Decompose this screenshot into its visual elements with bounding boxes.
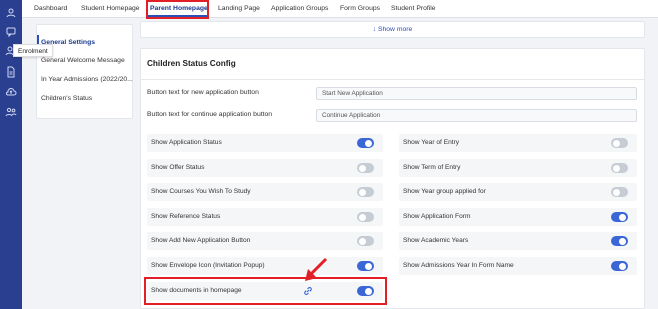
term-of-entry-toggle[interactable] [611, 163, 628, 173]
courses-toggle[interactable] [357, 187, 374, 197]
toggle-label: Show Year group applied for [403, 188, 486, 195]
nav-childrens-status[interactable]: Children's Status [41, 95, 133, 102]
document-icon[interactable] [4, 65, 18, 79]
chat-icon[interactable] [4, 25, 18, 39]
toggle-label: Show Term of Entry [403, 164, 461, 171]
toggle-row-courses: Show Courses You Wish To Study [147, 183, 383, 201]
offer-status-toggle[interactable] [357, 163, 374, 173]
cloud-upload-icon[interactable] [4, 85, 18, 99]
toggle-row-reference-status: Show Reference Status [147, 208, 383, 226]
toggle-knob [359, 237, 366, 245]
toggle-knob [359, 213, 366, 221]
toggle-knob [365, 262, 372, 270]
application-status-toggle[interactable] [357, 138, 374, 148]
show-more-label: Show more [377, 26, 413, 33]
annotation-arrow-icon [305, 257, 328, 281]
nav-general-welcome-message[interactable]: General Welcome Message [41, 57, 133, 64]
toggle-knob [619, 262, 626, 270]
toggle-label: Show Academic Years [403, 237, 469, 244]
group-icon[interactable] [4, 105, 18, 119]
toggle-row-admissions-year: Show Admissions Year In Form Name [399, 257, 637, 275]
card-divider [141, 79, 644, 80]
toggle-label: Show Reference Status [151, 213, 221, 220]
academic-years-toggle[interactable] [611, 236, 628, 246]
toggle-knob [613, 139, 620, 147]
tab-application-groups[interactable]: Application Groups [271, 0, 328, 17]
card-title: Children Status Config [147, 59, 236, 68]
show-more-button[interactable]: ↓ Show more [140, 21, 645, 38]
toggle-label: Show Application Status [151, 139, 222, 146]
nav-in-year-admissions[interactable]: In Year Admissions (2022/20... [41, 76, 133, 83]
toggle-row-academic-years: Show Academic Years [399, 232, 637, 250]
toggle-knob [359, 188, 366, 196]
new-application-input[interactable] [316, 87, 637, 100]
highlight-show-documents-row [144, 277, 387, 305]
enrolment-tooltip: Enrolment [13, 44, 53, 57]
toggle-row-year-of-entry: Show Year of Entry [399, 134, 637, 152]
users-icon[interactable] [4, 6, 18, 20]
toggle-row-application-status: Show Application Status [147, 134, 383, 152]
toggle-row-term-of-entry: Show Term of Entry [399, 159, 637, 177]
toggle-row-year-group: Show Year group applied for [399, 183, 637, 201]
year-group-toggle[interactable] [611, 187, 628, 197]
continue-application-input[interactable] [316, 109, 637, 122]
toggle-row-envelope-icon: Show Envelope Icon (Invitation Popup) [147, 257, 383, 275]
highlight-parent-homepage-tab [146, 0, 209, 19]
envelope-icon-toggle[interactable] [357, 261, 374, 271]
add-new-application-toggle[interactable] [357, 236, 374, 246]
year-of-entry-toggle[interactable] [611, 138, 628, 148]
toggle-row-add-new-application: Show Add New Application Button [147, 232, 383, 250]
children-status-config-card: Children Status Config Button text for n… [140, 48, 645, 309]
toggle-knob [613, 188, 620, 196]
toggle-row-offer-status: Show Offer Status [147, 159, 383, 177]
toggle-label: Show Courses You Wish To Study [151, 188, 251, 195]
top-tabs: Dashboard Student Homepage Parent Homepa… [22, 0, 658, 18]
toggle-label: Show Envelope Icon (Invitation Popup) [151, 262, 265, 269]
new-application-label: Button text for new application button [147, 89, 259, 96]
toggle-row-application-form: Show Application Form [399, 208, 637, 226]
toggle-knob [619, 213, 626, 221]
toggle-label: Show Add New Application Button [151, 237, 251, 244]
toggle-knob [365, 139, 372, 147]
tab-form-groups[interactable]: Form Groups [340, 0, 380, 17]
toggle-label: Show Admissions Year In Form Name [403, 262, 514, 269]
admissions-year-toggle[interactable] [611, 261, 628, 271]
continue-application-label: Button text for continue application but… [147, 111, 273, 118]
tab-student-homepage[interactable]: Student Homepage [81, 0, 140, 17]
tab-student-profile[interactable]: Student Profile [391, 0, 436, 17]
tab-landing-page[interactable]: Landing Page [218, 0, 260, 17]
application-form-toggle[interactable] [611, 212, 628, 222]
toggle-label: Show Year of Entry [403, 139, 460, 146]
reference-status-toggle[interactable] [357, 212, 374, 222]
nav-general-settings[interactable]: General Settings [41, 39, 133, 46]
settings-nav: General Settings General Welcome Message… [36, 24, 133, 119]
toggle-label: Show Offer Status [151, 164, 205, 171]
toggle-label: Show Application Form [403, 213, 471, 220]
tab-dashboard[interactable]: Dashboard [34, 0, 67, 17]
arrow-down-icon: ↓ [372, 26, 377, 33]
toggle-knob [619, 237, 626, 245]
toggle-knob [613, 164, 620, 172]
toggle-knob [359, 164, 366, 172]
